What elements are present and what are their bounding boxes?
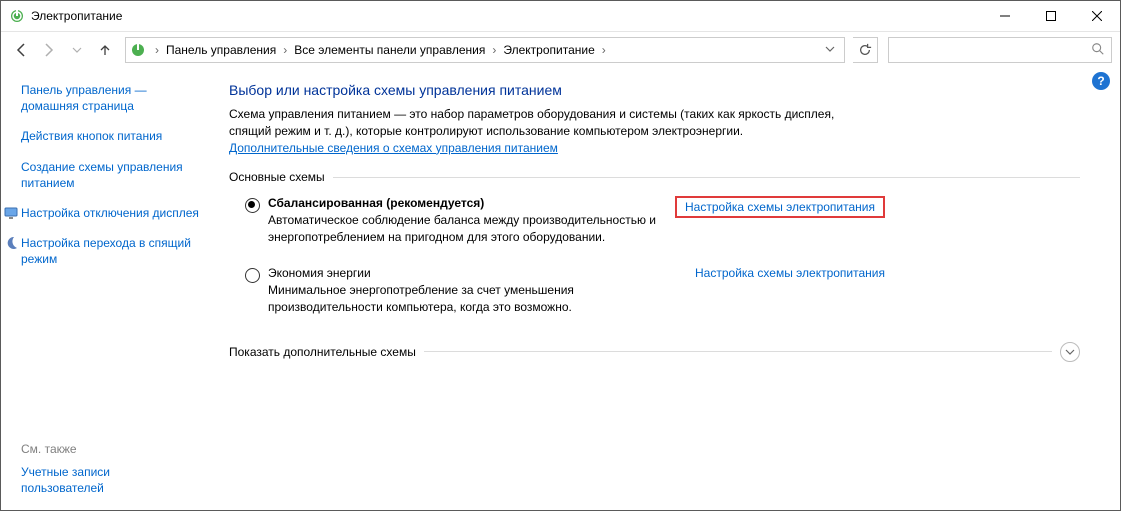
recent-locations-button[interactable] [65, 38, 89, 62]
change-plan-link[interactable]: Настройка схемы электропитания [695, 266, 885, 280]
address-bar[interactable]: › Панель управления › Все элементы панел… [125, 37, 845, 63]
radio-powersaver[interactable] [245, 268, 260, 283]
refresh-button[interactable] [853, 37, 878, 63]
sidebar-home-label: Панель управления — домашняя страница [21, 82, 199, 114]
divider [333, 177, 1080, 178]
main-content: ? Выбор или настройка схемы управления п… [211, 68, 1120, 510]
close-button[interactable] [1074, 1, 1120, 31]
divider [424, 351, 1052, 352]
plan-description: Минимальное энергопотребление за счет ум… [268, 282, 679, 316]
sidebar-item-label: Создание схемы управления питанием [21, 159, 199, 191]
sidebar-item-sleep[interactable]: Настройка перехода в спящий режим [21, 235, 199, 267]
help-button[interactable]: ? [1092, 72, 1110, 90]
power-app-icon [130, 42, 146, 58]
expand-button[interactable] [1060, 342, 1080, 362]
forward-button[interactable] [37, 38, 61, 62]
plan-description: Автоматическое соблюдение баланса между … [268, 212, 659, 246]
highlighted-link-text: Настройка схемы электропитания [675, 196, 885, 218]
description-text: Схема управления питанием — это набор па… [229, 107, 834, 138]
minimize-button[interactable] [982, 1, 1028, 31]
sidebar-item-create-plan[interactable]: Создание схемы управления питанием [21, 159, 199, 191]
chevron-right-icon[interactable]: › [150, 43, 164, 57]
up-button[interactable] [93, 38, 117, 62]
title-bar: Электропитание [1, 1, 1120, 31]
group-primary-plans: Основные схемы [229, 170, 1080, 184]
breadcrumb-mid[interactable]: Все элементы панели управления [292, 43, 487, 57]
plan-name: Экономия энергии [268, 266, 679, 280]
page-description: Схема управления питанием — это набор па… [229, 106, 869, 156]
plan-name: Сбалансированная (рекомендуется) [268, 196, 659, 210]
power-plan-balanced: Сбалансированная (рекомендуется) Автомат… [229, 194, 885, 254]
group-label: Показать дополнительные схемы [229, 345, 424, 359]
power-app-icon [9, 8, 25, 24]
sidebar-item-label: Действия кнопок питания [21, 128, 162, 144]
window-title: Электропитание [31, 9, 122, 23]
nav-bar: › Панель управления › Все элементы панел… [1, 31, 1120, 68]
radio-balanced[interactable] [245, 198, 260, 213]
address-dropdown-button[interactable] [820, 43, 840, 57]
moon-icon [3, 235, 19, 251]
group-label: Основные схемы [229, 170, 333, 184]
change-plan-link[interactable]: Настройка схемы электропитания [675, 196, 885, 218]
search-input[interactable] [888, 37, 1112, 63]
breadcrumb-leaf[interactable]: Электропитание [501, 43, 596, 57]
maximize-button[interactable] [1028, 1, 1074, 31]
back-button[interactable] [9, 38, 33, 62]
sidebar-item-label: Настройка отключения дисплея [21, 205, 199, 221]
power-plan-powersaver: Экономия энергии Минимальное энергопотре… [229, 264, 885, 324]
sidebar-item-label: Настройка перехода в спящий режим [21, 235, 199, 267]
sidebar-item-power-buttons[interactable]: Действия кнопок питания [21, 128, 199, 144]
search-icon [1091, 42, 1105, 59]
sidebar-item-display-off[interactable]: Настройка отключения дисплея [21, 205, 199, 221]
more-info-link[interactable]: Дополнительные сведения о схемах управле… [229, 141, 558, 155]
chevron-right-icon[interactable]: › [487, 43, 501, 57]
page-title: Выбор или настройка схемы управления пит… [229, 82, 1080, 98]
sidebar: Панель управления — домашняя страница Де… [1, 68, 211, 510]
see-also-heading: См. также [21, 442, 191, 456]
monitor-icon [3, 205, 19, 221]
see-also-user-accounts[interactable]: Учетные записи пользователей [21, 464, 191, 496]
see-also-label: Учетные записи пользователей [21, 464, 191, 496]
breadcrumb-root[interactable]: Панель управления [164, 43, 278, 57]
chevron-right-icon[interactable]: › [597, 43, 611, 57]
group-additional-plans[interactable]: Показать дополнительные схемы [229, 342, 1080, 362]
chevron-right-icon[interactable]: › [278, 43, 292, 57]
sidebar-home-link[interactable]: Панель управления — домашняя страница [21, 82, 199, 114]
